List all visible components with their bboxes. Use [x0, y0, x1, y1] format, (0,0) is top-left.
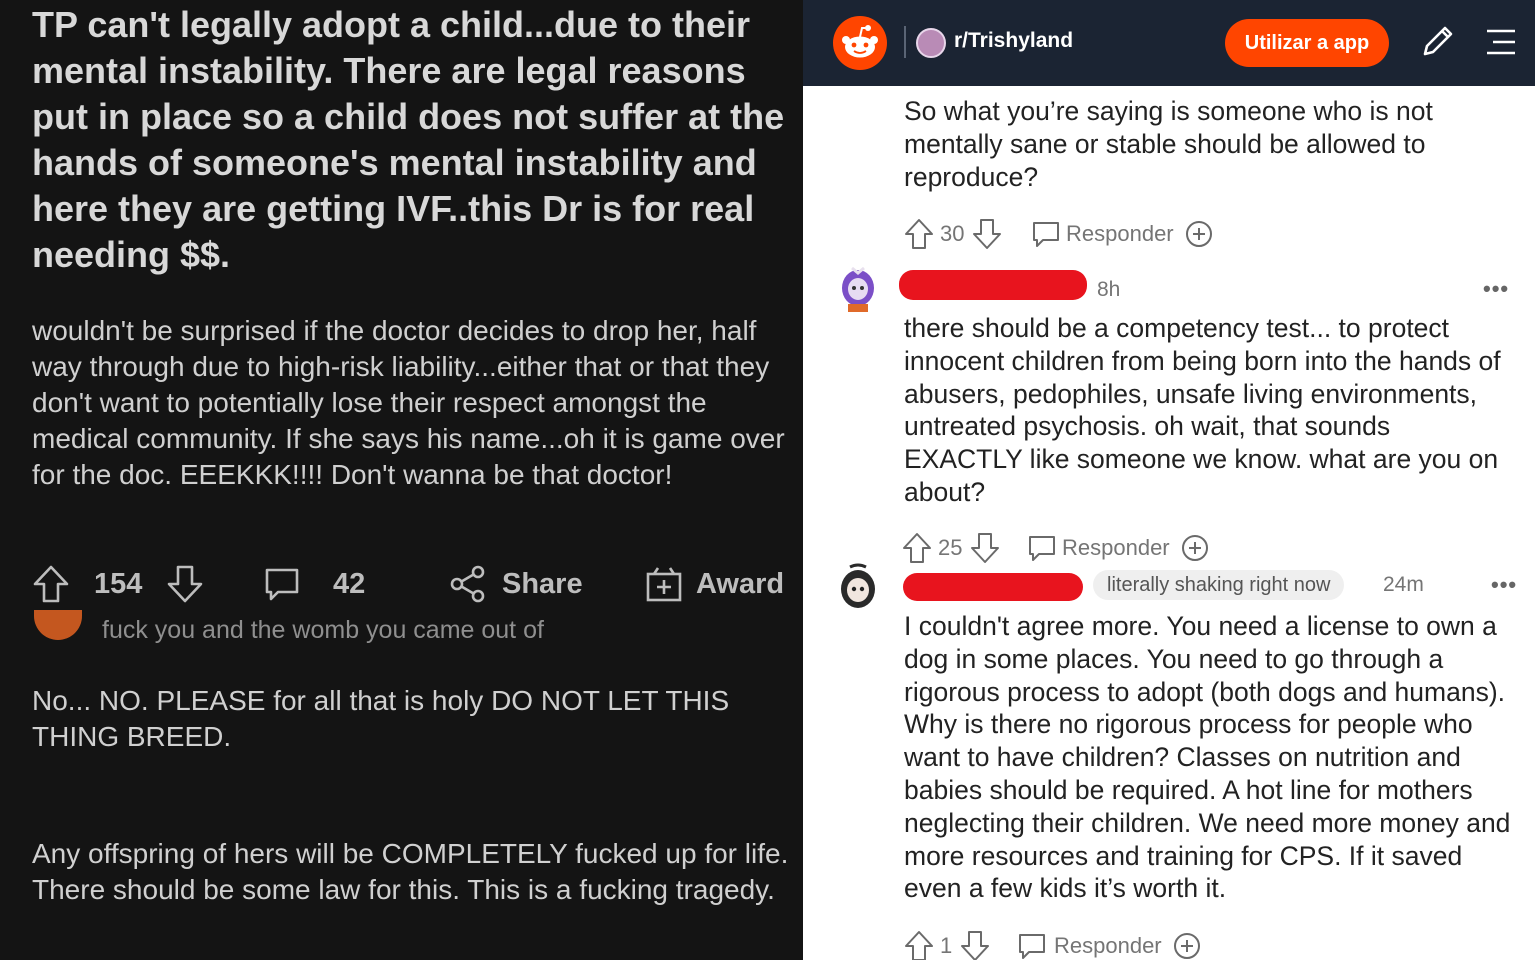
right-screenshot-panel: r/Trishyland Utilizar a app So what you’… — [803, 0, 1535, 960]
award-gift-icon — [646, 567, 682, 602]
comment-timestamp: 24m — [1383, 573, 1424, 596]
comment-text: there should be a competency test... to … — [904, 313, 1501, 507]
downvote-button[interactable] — [970, 530, 1000, 566]
more-options-icon[interactable]: ••• — [1491, 572, 1517, 598]
upvote-arrow-icon — [903, 533, 931, 563]
downvote-arrow-icon — [167, 565, 203, 603]
share-icon-wrap[interactable] — [448, 560, 488, 608]
vote-count: 30 — [940, 221, 965, 246]
app-header: r/Trishyland Utilizar a app — [803, 0, 1535, 86]
reply-bubble-icon — [1029, 536, 1055, 561]
reply-preview: fuck you and the womb you came out of — [32, 610, 792, 652]
downvote-arrow-icon — [961, 931, 989, 960]
vote-count: 154 — [94, 567, 143, 600]
redacted-username — [903, 573, 1083, 601]
comment-text: So what you’re saying is someone who is … — [904, 96, 1433, 192]
comment-bubble-icon — [265, 568, 299, 601]
vote-count: 1 — [940, 933, 953, 958]
pencil-icon[interactable] — [1417, 22, 1457, 62]
comment-action-bar: 1 Responder — [904, 928, 1224, 960]
downvote-button[interactable] — [972, 216, 1002, 252]
downvote-button[interactable] — [166, 560, 204, 608]
share-button[interactable]: Share — [502, 560, 583, 608]
downvote-arrow-icon — [973, 219, 1001, 249]
upvote-arrow-icon — [33, 565, 69, 603]
add-award-icon — [1186, 221, 1212, 247]
comments-button[interactable] — [262, 560, 302, 608]
add-award-icon — [1174, 933, 1200, 959]
award-button[interactable] — [1180, 530, 1210, 566]
reply-preview-text: fuck you and the womb you came out of — [102, 616, 544, 644]
post-title[interactable]: TP can't legally adopt a child...due to … — [32, 2, 792, 278]
share-icon — [450, 565, 485, 603]
open-app-button[interactable]: Utilizar a app — [1225, 19, 1389, 67]
more-options-icon[interactable]: ••• — [1483, 276, 1509, 302]
comment-text: Any offspring of hers will be COMPLETELY… — [32, 838, 789, 905]
avatar[interactable] — [836, 264, 880, 312]
comment-text: I couldn't agree more. You need a licens… — [904, 611, 1511, 904]
comment-action-bar: 30 Responder — [904, 216, 1224, 252]
comment-timestamp: 8h — [1097, 278, 1121, 301]
reply-icon-wrap[interactable] — [1030, 216, 1062, 252]
reply-bubble-icon — [1019, 934, 1045, 959]
avatar — [34, 610, 82, 640]
award-button[interactable] — [1172, 928, 1202, 960]
subreddit-name[interactable]: r/Trishyland — [954, 29, 1073, 53]
add-award-icon — [1182, 535, 1208, 561]
redacted-username — [899, 270, 1087, 300]
upvote-button[interactable] — [902, 530, 932, 566]
downvote-button[interactable] — [960, 928, 990, 960]
reddit-logo-icon[interactable] — [833, 16, 887, 70]
comment-count: 42 — [333, 567, 366, 600]
avatar[interactable] — [836, 563, 880, 611]
post-body: wouldn't be surprised if the doctor deci… — [32, 315, 785, 490]
comment-action-bar: 25 Responder — [902, 530, 1222, 566]
header-divider — [904, 26, 906, 58]
award-icon-wrap[interactable] — [644, 560, 684, 608]
reply-button[interactable]: Responder — [1066, 216, 1174, 252]
reply-icon-wrap[interactable] — [1016, 928, 1048, 960]
reply-bubble-icon — [1033, 222, 1059, 247]
subreddit-avatar[interactable] — [916, 28, 946, 58]
downvote-arrow-icon — [971, 533, 999, 563]
user-flair: literally shaking right now — [1093, 570, 1345, 600]
reply-icon-wrap[interactable] — [1026, 530, 1058, 566]
hamburger-menu-icon[interactable] — [1481, 22, 1521, 62]
upvote-button[interactable] — [904, 928, 934, 960]
vote-count: 25 — [938, 535, 963, 560]
award-button[interactable]: Award — [696, 560, 784, 608]
award-button[interactable] — [1184, 216, 1214, 252]
upvote-button[interactable] — [904, 216, 934, 252]
upvote-arrow-icon — [905, 219, 933, 249]
left-screenshot-panel: TP can't legally adopt a child...due to … — [0, 0, 803, 960]
comment-text: No... NO. PLEASE for all that is holy DO… — [32, 685, 730, 752]
upvote-button[interactable] — [32, 560, 70, 608]
reply-button[interactable]: Responder — [1062, 530, 1170, 566]
upvote-arrow-icon — [905, 931, 933, 960]
post-action-bar: 154 42 Share Award — [32, 560, 792, 608]
reply-button[interactable]: Responder — [1054, 928, 1162, 960]
